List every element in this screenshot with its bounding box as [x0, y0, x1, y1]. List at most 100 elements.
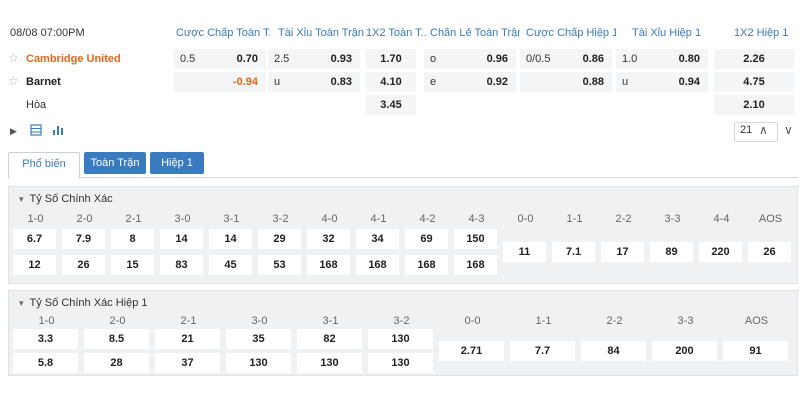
chevron-up-icon[interactable]: ∧ [759, 123, 768, 137]
odds-cell-oe-away[interactable]: e 0.92 [424, 72, 516, 92]
panel-title[interactable]: ▾ Tỷ Số Chính Xác [19, 193, 113, 205]
score-odds-cell[interactable]: 7.1 [552, 242, 595, 262]
star-icon[interactable]: ☆ [8, 51, 19, 65]
odds-cell-1x2-h1-away[interactable]: 4.75 [714, 72, 794, 92]
score-odds-cell[interactable]: 14 [160, 229, 203, 249]
score-label: 4-0 [321, 213, 338, 225]
header-1x2-ft[interactable]: 1X2 Toàn T... [366, 27, 426, 39]
team-row-draw: Hòa [0, 94, 172, 116]
score-label: 2-1 [125, 213, 142, 225]
score-odds-cell[interactable]: 14 [209, 229, 252, 249]
odds-cell-hcap-away[interactable]: -0.94 [174, 72, 266, 92]
odds-cell-1x2-h1-home[interactable]: 2.26 [714, 49, 794, 69]
score-odds-cell[interactable]: 84 [581, 341, 646, 361]
score-odds-cell[interactable]: 8.5 [84, 329, 149, 349]
score-odds-cell[interactable]: 12 [13, 255, 56, 275]
score-odds-cell[interactable]: 150 [454, 229, 497, 249]
odds-cell-oe-home[interactable]: o 0.96 [424, 49, 516, 69]
score-odds-cell[interactable]: 82 [297, 329, 362, 349]
odds-cell-ou-h1-away[interactable]: u 0.94 [616, 72, 708, 92]
header-over-under-ft[interactable]: Tài Xỉu Toàn Trận [278, 27, 364, 39]
team-home-name: Cambridge United [26, 53, 121, 65]
odds-cell-1x2-draw[interactable]: 3.45 [366, 95, 416, 115]
score-odds-cell[interactable]: 91 [723, 341, 788, 361]
score-label: 0-0 [464, 315, 481, 327]
score-odds-cell[interactable]: 28 [84, 353, 149, 373]
odds-cell-1x2-away[interactable]: 4.10 [366, 72, 416, 92]
score-label: 3-3 [664, 213, 681, 225]
score-odds-cell[interactable]: 15 [111, 255, 154, 275]
odds-cell-ou-away[interactable]: u 0.83 [268, 72, 360, 92]
header-odd-even-ft[interactable]: Chẵn Lẻ Toàn Trận [430, 27, 520, 39]
score-odds-cell[interactable]: 200 [652, 341, 717, 361]
score-odds-cell[interactable]: 37 [155, 353, 220, 373]
score-label: 1-1 [535, 315, 552, 327]
score-label: 0-0 [517, 213, 534, 225]
score-odds-cell[interactable]: 168 [405, 255, 448, 275]
header-1x2-h1[interactable]: 1X2 Hiệp 1 [734, 27, 794, 39]
star-icon[interactable]: ☆ [8, 74, 19, 88]
tab-first-half[interactable]: Hiệp 1 [150, 152, 204, 174]
odds-cell-hcap-h1-home[interactable]: 0/0.5 0.86 [520, 49, 612, 69]
score-label: 3-1 [322, 315, 339, 327]
odds-cell-ou-home[interactable]: 2.5 0.93 [268, 49, 360, 69]
score-odds-cell[interactable]: 130 [297, 353, 362, 373]
header-over-under-h1[interactable]: Tài Xỉu Hiệp 1 [632, 27, 712, 39]
score-odds-cell[interactable]: 130 [368, 329, 433, 349]
score-odds-cell[interactable]: 17 [601, 242, 644, 262]
score-label: AOS [744, 315, 769, 327]
odds-cell-hcap-home[interactable]: 0.5 0.70 [174, 49, 266, 69]
score-odds-cell[interactable]: 69 [405, 229, 448, 249]
score-odds-cell[interactable]: 89 [650, 242, 693, 262]
header-handicap-ft[interactable]: Cược Chấp Toàn T... [176, 27, 270, 39]
score-odds-cell[interactable]: 168 [454, 255, 497, 275]
score-odds-cell[interactable]: 5.8 [13, 353, 78, 373]
score-odds-cell[interactable]: 7.7 [510, 341, 575, 361]
score-odds-cell[interactable]: 53 [258, 255, 301, 275]
correct-score-panel: ▾ Tỷ Số Chính Xác 1-0 6.7 12 2-0 7.9 26 2-1 8 15 3… [8, 186, 798, 284]
bottom-strip [0, 378, 800, 400]
score-odds-cell[interactable]: 83 [160, 255, 203, 275]
score-odds-cell[interactable]: 168 [307, 255, 350, 275]
odds-cell-1x2-home[interactable]: 1.70 [366, 49, 416, 69]
bar-chart-icon[interactable] [52, 124, 64, 139]
odds-cell-ou-h1-home[interactable]: 1.0 0.80 [616, 49, 708, 69]
column-headers: 08/08 07:00PM Cược Chấp Toàn T... Tài Xỉ… [0, 0, 800, 44]
odds-cell-1x2-h1-draw[interactable]: 2.10 [714, 95, 794, 115]
score-odds-cell[interactable]: 8 [111, 229, 154, 249]
score-odds-cell[interactable]: 7.9 [62, 229, 105, 249]
panel-title[interactable]: ▾ Tỷ Số Chính Xác Hiệp 1 [19, 297, 148, 309]
tab-full-match[interactable]: Toàn Trận [84, 152, 146, 174]
score-odds-cell[interactable]: 29 [258, 229, 301, 249]
score-odds-cell[interactable]: 168 [356, 255, 399, 275]
score-odds-cell[interactable]: 45 [209, 255, 252, 275]
odds-cell-hcap-h1-away[interactable]: 0.88 [520, 72, 612, 92]
score-odds-cell[interactable]: 26 [748, 242, 791, 262]
chevron-down-icon: ▾ [19, 298, 24, 308]
score-odds-cell[interactable]: 130 [226, 353, 291, 373]
chevron-down-icon[interactable]: ∨ [784, 123, 793, 137]
score-label: 3-2 [272, 213, 289, 225]
header-handicap-h1[interactable]: Cược Chấp Hiệp 1 [526, 27, 616, 39]
score-odds-cell[interactable]: 2.71 [439, 341, 504, 361]
score-odds-cell[interactable]: 26 [62, 255, 105, 275]
score-odds-cell[interactable]: 130 [368, 353, 433, 373]
market-tabs: Phổ biến Toàn Trận Hiệp 1 [8, 150, 798, 179]
score-odds-cell[interactable]: 11 [503, 242, 546, 262]
score-label: 3-0 [174, 213, 191, 225]
score-odds-cell[interactable]: 6.7 [13, 229, 56, 249]
tab-popular[interactable]: Phổ biến [8, 152, 80, 179]
play-triangle-icon[interactable]: ▶ [10, 126, 17, 137]
score-odds-cell[interactable]: 32 [307, 229, 350, 249]
score-odds-cell[interactable]: 220 [699, 242, 742, 262]
score-label: 3-3 [677, 315, 694, 327]
score-odds-cell[interactable]: 35 [226, 329, 291, 349]
draw-label: Hòa [26, 99, 47, 111]
score-label: 4-3 [468, 213, 485, 225]
score-odds-cell[interactable]: 34 [356, 229, 399, 249]
score-odds-cell[interactable]: 21 [155, 329, 220, 349]
layout-icon[interactable] [30, 124, 42, 139]
match-datetime: 08/08 07:00PM [10, 27, 85, 39]
score-odds-cell[interactable]: 3.3 [13, 329, 78, 349]
team-row-home: ☆ Cambridge United [0, 48, 172, 70]
